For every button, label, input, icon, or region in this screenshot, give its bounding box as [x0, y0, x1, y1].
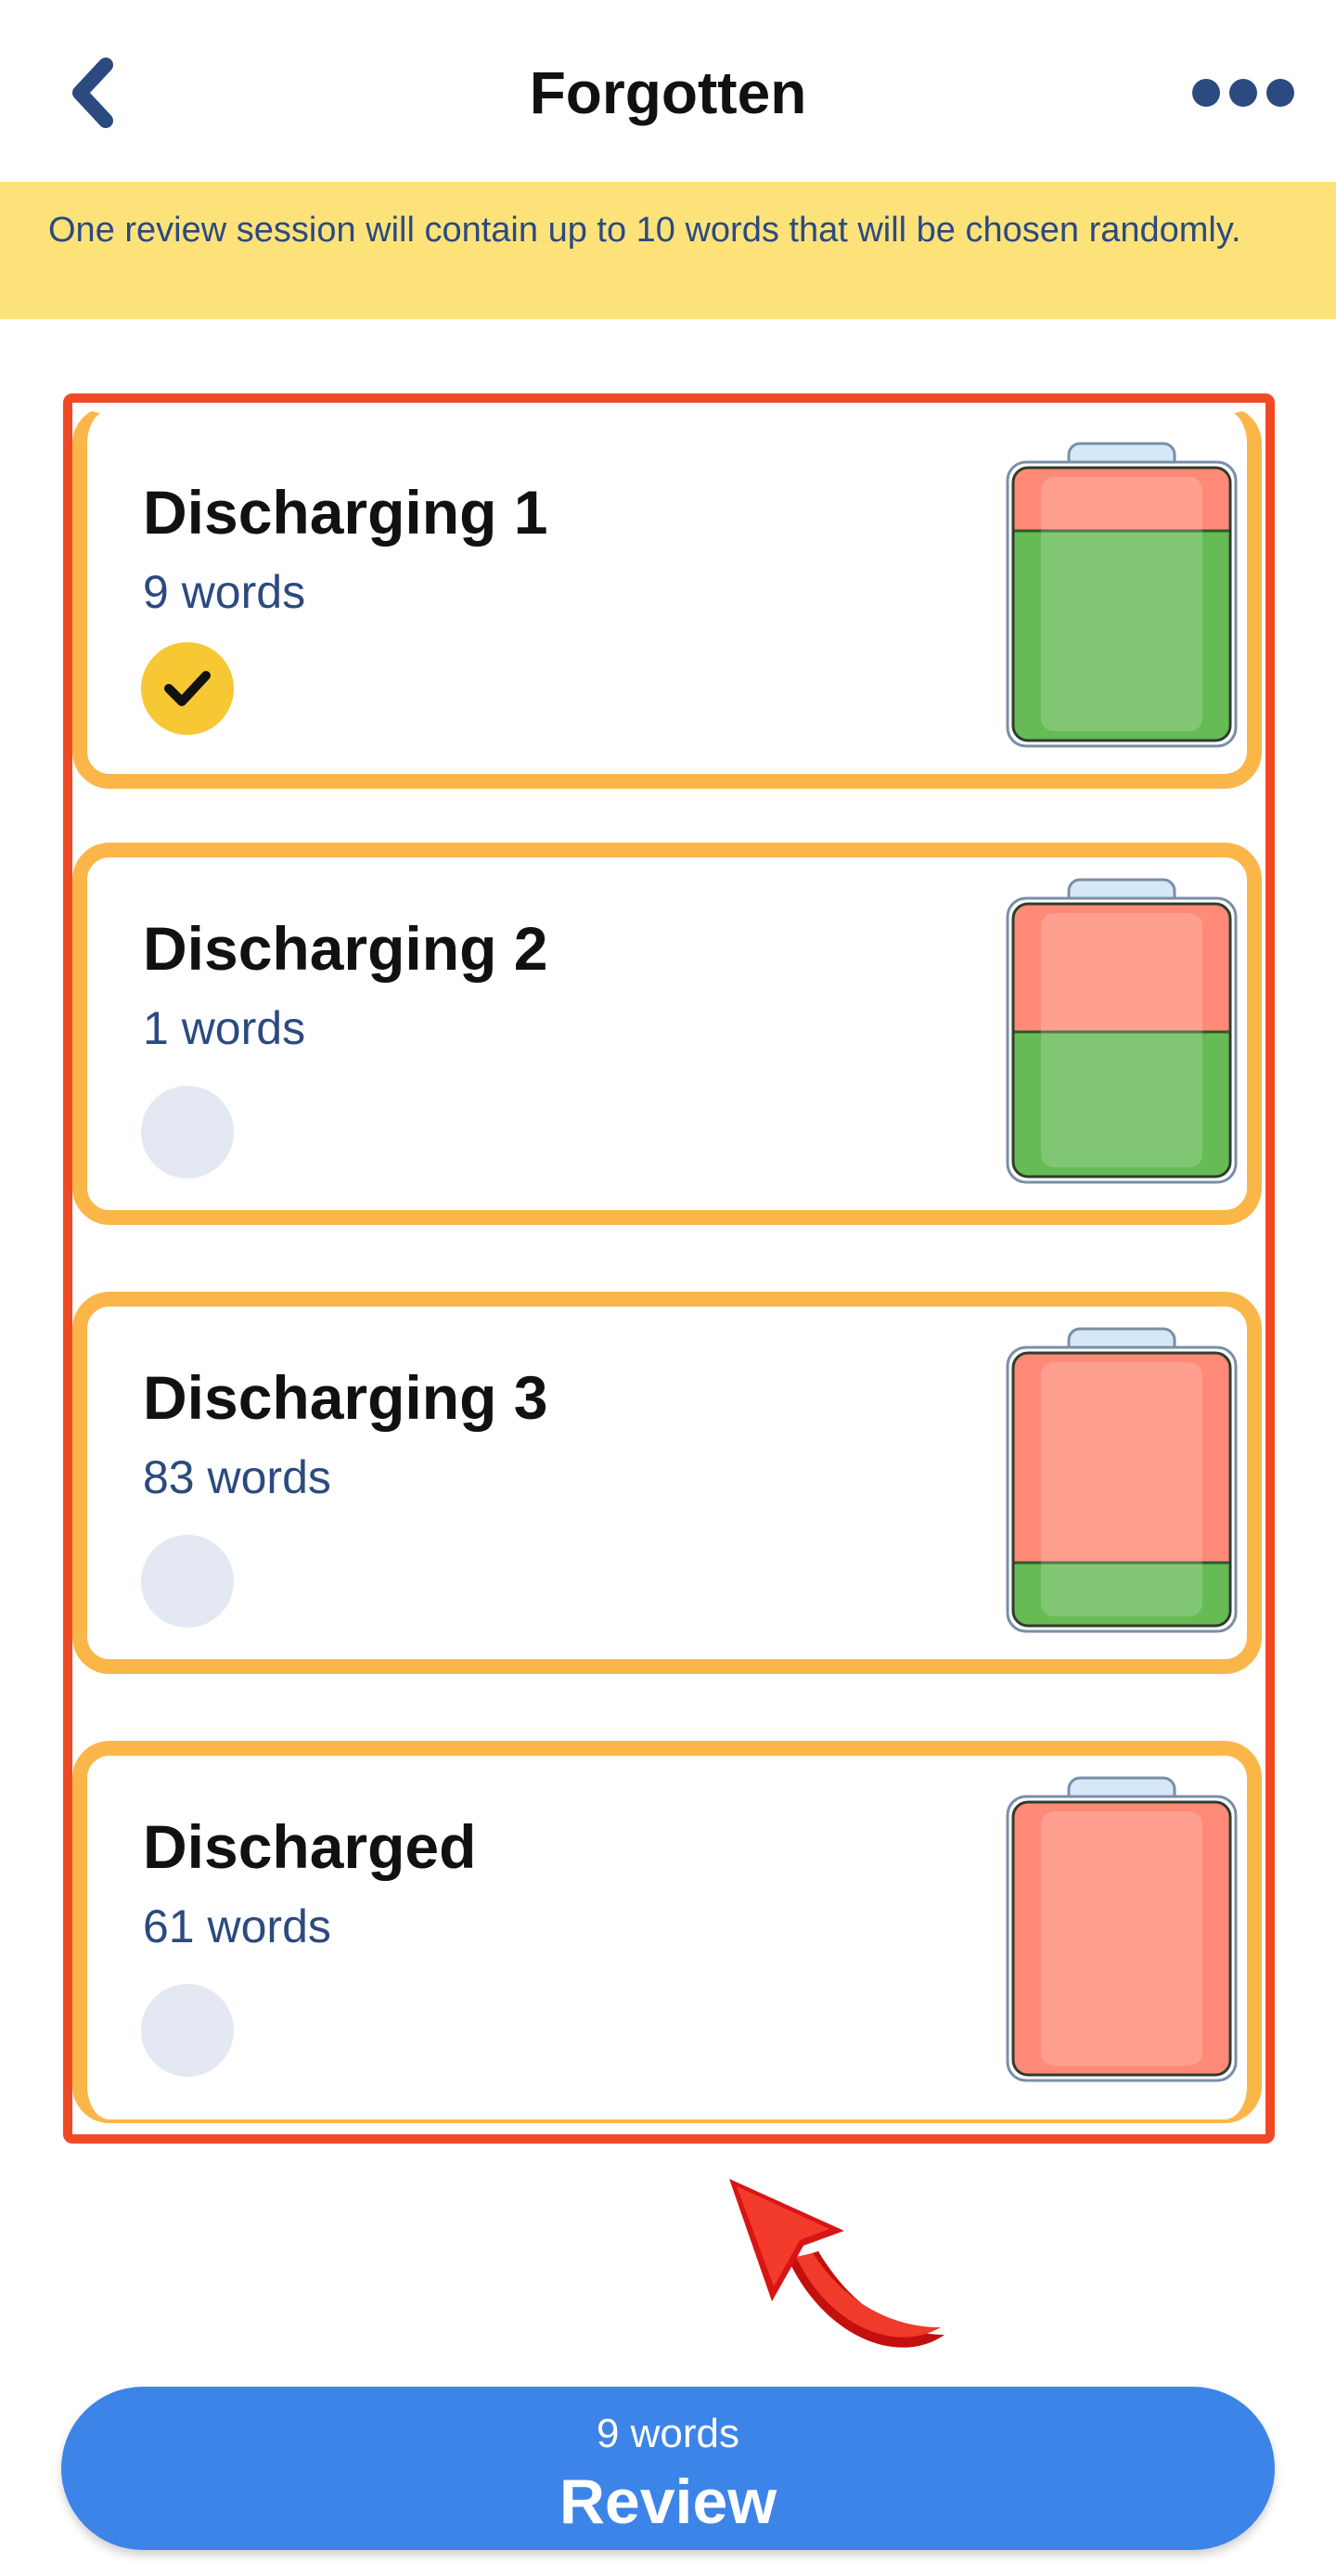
group-card-discharging-1[interactable]: Discharging 1 9 words	[72, 406, 1262, 789]
battery-level-icon	[1006, 1776, 1238, 2082]
group-card-discharged[interactable]: Discharged 61 words	[72, 1741, 1262, 2123]
chevron-left-icon	[72, 58, 113, 128]
group-title: Discharging 2	[143, 914, 548, 983]
group-title: Discharging 1	[143, 478, 548, 547]
curved-arrow-icon	[729, 2179, 944, 2348]
page-title: Forgotten	[529, 59, 807, 126]
group-word-count: 1 words	[143, 1002, 306, 1054]
review-button[interactable]: 9 words Review	[61, 2387, 1275, 2550]
group-select-checkbox[interactable]	[141, 1984, 234, 2077]
info-banner: One review session will contain up to 10…	[0, 182, 1336, 319]
info-banner-text: One review session will contain up to 10…	[48, 211, 1241, 250]
group-title: Discharging 3	[143, 1363, 548, 1432]
more-horizontal-icon	[1192, 79, 1220, 107]
group-select-checkbox[interactable]	[141, 642, 234, 735]
checkmark-icon	[164, 671, 211, 706]
group-card-discharging-3[interactable]: Discharging 3 83 words	[72, 1292, 1262, 1674]
battery-level-icon	[1006, 1327, 1238, 1633]
group-select-checkbox[interactable]	[141, 1086, 234, 1179]
battery-level-icon	[1006, 442, 1238, 748]
group-word-count: 83 words	[143, 1451, 331, 1503]
battery-level-icon	[1006, 878, 1238, 1184]
top-bar: Forgotten	[0, 0, 1336, 182]
group-word-count: 61 words	[143, 1900, 331, 1952]
group-card-discharging-2[interactable]: Discharging 2 1 words	[72, 843, 1262, 1225]
group-word-count: 9 words	[143, 566, 306, 618]
group-title: Discharged	[143, 1812, 477, 1881]
group-select-checkbox[interactable]	[141, 1535, 234, 1628]
more-dot	[1266, 79, 1294, 107]
review-button-label: Review	[559, 2467, 777, 2537]
more-dot	[1229, 79, 1257, 107]
back-button[interactable]	[56, 46, 130, 139]
review-word-count: 9 words	[596, 2411, 740, 2456]
more-options-button[interactable]	[1178, 56, 1308, 130]
